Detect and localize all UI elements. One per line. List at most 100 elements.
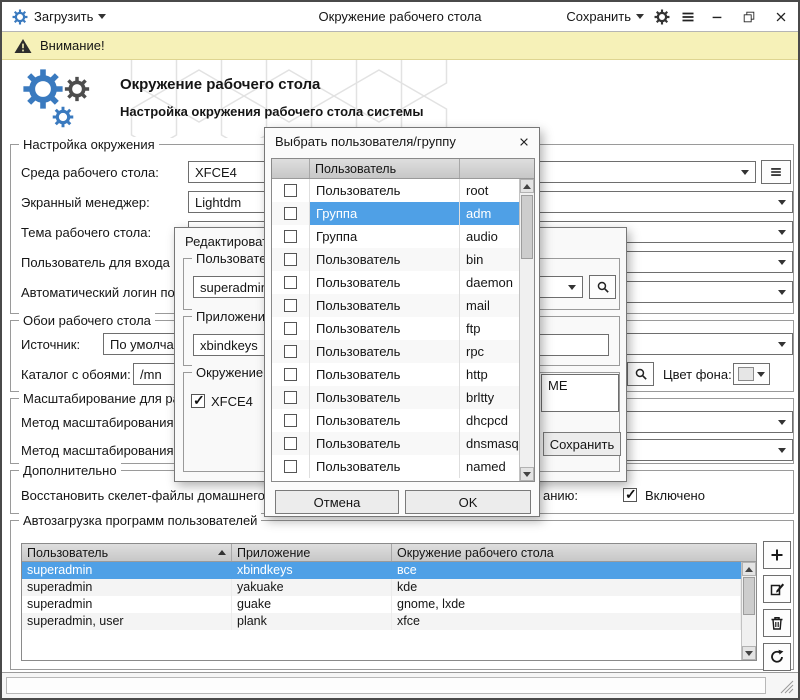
delete-entry-button[interactable] bbox=[763, 609, 791, 637]
row-checkbox[interactable] bbox=[284, 414, 297, 427]
column-header-app[interactable]: Приложение bbox=[232, 544, 392, 561]
group-wallpaper-legend: Обои рабочего стола bbox=[19, 313, 155, 328]
list-item[interactable]: Группа audio bbox=[272, 225, 519, 248]
desktop-env-options-button[interactable] bbox=[761, 160, 791, 184]
edit-save-button[interactable]: Сохранить bbox=[543, 432, 621, 456]
autostart-scrollbar[interactable] bbox=[741, 562, 756, 660]
row-name: adm bbox=[460, 202, 519, 225]
user-list-header: Пользователь bbox=[272, 159, 534, 179]
refresh-button[interactable] bbox=[763, 643, 791, 671]
load-menu-button[interactable]: Загрузить bbox=[34, 9, 106, 24]
table-row[interactable]: superadmin guake gnome, lxde bbox=[22, 596, 741, 613]
minimize-button[interactable] bbox=[706, 7, 728, 27]
list-item[interactable]: Пользователь root bbox=[272, 179, 519, 202]
row-type: Пользователь bbox=[310, 248, 460, 271]
wallpaper-dir-search-button[interactable] bbox=[627, 362, 654, 386]
combo-value: superadmin bbox=[200, 280, 268, 295]
list-item[interactable]: Пользователь dnsmasq bbox=[272, 432, 519, 455]
list-item[interactable]: Пользователь dhcpcd bbox=[272, 409, 519, 432]
row-name: rpc bbox=[460, 340, 519, 363]
group-autostart: Автозагрузка программ пользователей Поль… bbox=[10, 520, 794, 670]
row-checkbox[interactable] bbox=[284, 322, 297, 335]
cell-app: plank bbox=[232, 613, 392, 630]
edit-icon bbox=[769, 581, 785, 597]
chevron-down-icon bbox=[778, 290, 786, 295]
row-type: Группа bbox=[310, 202, 460, 225]
status-bar bbox=[2, 672, 798, 698]
list-item[interactable]: Пользователь named bbox=[272, 455, 519, 478]
edit-env-option-label: XFCE4 bbox=[211, 390, 253, 412]
list-item[interactable]: Пользователь http bbox=[272, 363, 519, 386]
user-list-table: Пользователь Пользователь root Группа ad… bbox=[271, 158, 535, 482]
row-checkbox[interactable] bbox=[284, 184, 297, 197]
row-checkbox[interactable] bbox=[284, 368, 297, 381]
cell-user: superadmin, user bbox=[22, 613, 232, 630]
list-item[interactable]: Пользователь bin bbox=[272, 248, 519, 271]
enabled-checkbox[interactable] bbox=[623, 488, 637, 502]
row-checkbox[interactable] bbox=[284, 437, 297, 450]
list-item[interactable]: Пользователь ftp bbox=[272, 317, 519, 340]
table-row[interactable]: superadmin xbindkeys все bbox=[22, 562, 741, 579]
ok-button[interactable]: OK bbox=[405, 490, 531, 514]
column-header-user[interactable]: Пользователь bbox=[22, 544, 232, 561]
table-row[interactable]: superadmin yakuake kde bbox=[22, 579, 741, 596]
edit-env-checkbox[interactable] bbox=[191, 394, 205, 408]
row-checkbox[interactable] bbox=[284, 276, 297, 289]
row-checkbox[interactable] bbox=[284, 230, 297, 243]
edit-user-search-button[interactable] bbox=[589, 275, 616, 299]
gear-icon bbox=[64, 76, 90, 102]
triangle-up-icon bbox=[523, 184, 531, 189]
bgcolor-button[interactable] bbox=[733, 363, 770, 385]
row-checkbox[interactable] bbox=[284, 207, 297, 220]
resize-grip-icon[interactable] bbox=[780, 680, 794, 694]
row-checkbox[interactable] bbox=[284, 345, 297, 358]
edit-path-input[interactable]: ME bbox=[541, 374, 619, 412]
group-autostart-legend: Автозагрузка программ пользователей bbox=[19, 513, 261, 528]
input-value: xbindkeys bbox=[200, 338, 258, 353]
list-item[interactable]: Пользователь daemon bbox=[272, 271, 519, 294]
search-icon bbox=[634, 367, 648, 381]
group-environment-legend: Настройка окружения bbox=[19, 137, 159, 152]
row-checkbox[interactable] bbox=[284, 299, 297, 312]
page-title: Окружение рабочего стола bbox=[120, 76, 320, 93]
user-list-scrollbar[interactable] bbox=[519, 179, 534, 481]
row-checkbox[interactable] bbox=[284, 460, 297, 473]
scroll-up-button[interactable] bbox=[742, 562, 756, 576]
table-row[interactable]: superadmin, user plank xfce bbox=[22, 613, 741, 630]
menu-icon[interactable] bbox=[680, 9, 696, 25]
list-item[interactable]: Пользователь mail bbox=[272, 294, 519, 317]
chevron-down-icon bbox=[778, 260, 786, 265]
scroll-down-button[interactable] bbox=[742, 646, 756, 660]
cell-app: guake bbox=[232, 596, 392, 613]
cancel-button[interactable]: Отмена bbox=[275, 490, 399, 514]
add-entry-button[interactable] bbox=[763, 541, 791, 569]
save-label: Сохранить bbox=[566, 9, 631, 24]
column-header-type[interactable]: Пользователь bbox=[310, 159, 460, 178]
column-header-name[interactable] bbox=[460, 159, 534, 178]
row-name: ftp bbox=[460, 317, 519, 340]
row-name: named bbox=[460, 455, 519, 478]
row-type: Пользователь bbox=[310, 294, 460, 317]
display-manager-label: Экранный менеджер: bbox=[21, 191, 150, 213]
scrollbar-thumb[interactable] bbox=[743, 577, 755, 615]
scroll-down-button[interactable] bbox=[520, 467, 534, 481]
list-item[interactable]: Пользователь brltty bbox=[272, 386, 519, 409]
settings-gear-icon[interactable] bbox=[654, 9, 670, 25]
restore-button[interactable] bbox=[738, 7, 760, 27]
triangle-up-icon bbox=[745, 567, 753, 572]
row-checkbox[interactable] bbox=[284, 253, 297, 266]
scroll-up-button[interactable] bbox=[520, 179, 534, 193]
row-checkbox[interactable] bbox=[284, 391, 297, 404]
list-item[interactable]: Группа adm bbox=[272, 202, 519, 225]
group-scaling-legend: Масштабирование для ра bbox=[19, 391, 184, 406]
close-button[interactable] bbox=[770, 7, 792, 27]
chevron-down-icon bbox=[636, 14, 644, 19]
scrollbar-thumb[interactable] bbox=[521, 195, 533, 259]
wallpaper-mode-select[interactable] bbox=[613, 333, 793, 355]
edit-entry-button[interactable] bbox=[763, 575, 791, 603]
column-header-env[interactable]: Окружение рабочего стола bbox=[392, 544, 756, 561]
dialog-close-button[interactable] bbox=[515, 133, 533, 151]
save-menu-button[interactable]: Сохранить bbox=[566, 9, 644, 24]
list-item[interactable]: Пользователь rpc bbox=[272, 340, 519, 363]
cell-user: superadmin bbox=[22, 596, 232, 613]
